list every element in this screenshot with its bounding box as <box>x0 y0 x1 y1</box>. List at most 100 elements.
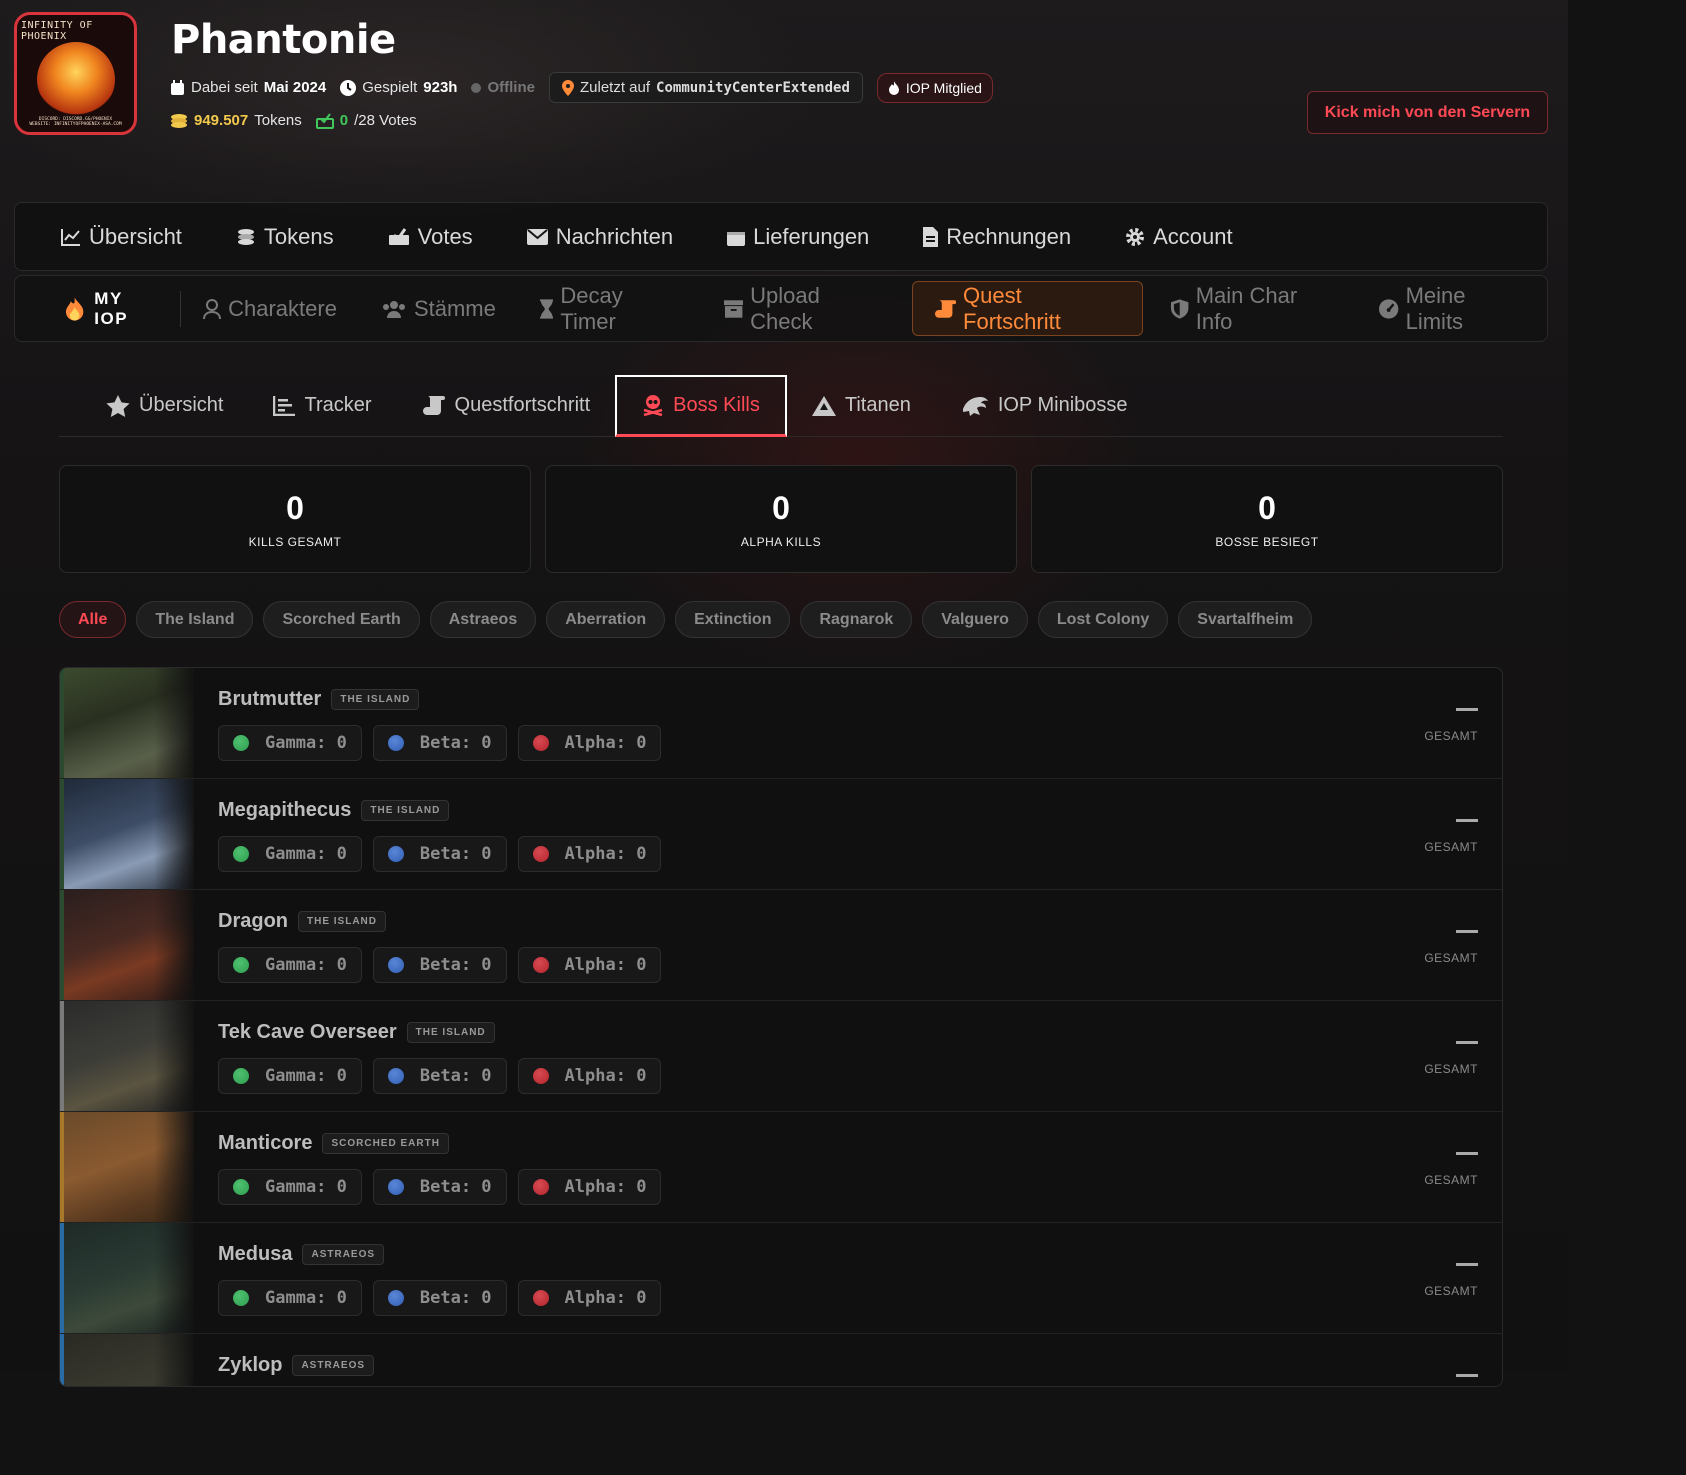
total-label: GESAMT <box>1424 1173 1478 1187</box>
nav-deliveries-label: Lieferungen <box>753 223 870 249</box>
online-status: Offline <box>471 79 535 96</box>
tab-tracker[interactable]: Tracker <box>248 375 396 437</box>
subnav-decay-timer[interactable]: Decay Timer <box>518 281 702 336</box>
filter-astraeos[interactable]: Astraeos <box>429 601 537 638</box>
filter-svartalfheim[interactable]: Svartalfheim <box>1178 601 1313 638</box>
gamma-dot-icon <box>233 1068 249 1084</box>
boss-name: Brutmutter <box>218 688 322 710</box>
tab-titans[interactable]: Titanen <box>787 375 936 437</box>
boss-row[interactable]: Tek Cave Overseer THE ISLAND Gamma: 0 Be… <box>60 1001 1502 1112</box>
stat-alpha-kills-value: 0 <box>772 489 790 526</box>
boss-difficulty-counts: Gamma: 0 Beta: 0 Alpha: 0 <box>218 947 662 983</box>
subnav-my-limits[interactable]: Meine Limits <box>1357 281 1547 336</box>
gift-box-icon <box>727 231 746 246</box>
gamma-kills: Gamma: 0 <box>218 1169 362 1205</box>
boss-heading: Tek Cave Overseer THE ISLAND <box>218 1021 495 1044</box>
my-iop-brand[interactable]: MY IOP <box>65 289 182 328</box>
tab-quest-progress[interactable]: Questfortschritt <box>397 375 616 437</box>
boss-row[interactable]: Megapithecus THE ISLAND Gamma: 0 Beta: 0… <box>60 779 1502 890</box>
logo-website-text: WEBSITE: INFINITYOFPHOENIX-ASA.COM <box>29 122 122 127</box>
filter-scorched-earth[interactable]: Scorched Earth <box>263 601 420 638</box>
kick-from-servers-button[interactable]: Kick mich von den Servern <box>1307 91 1548 134</box>
skull-crossbones-icon <box>643 395 663 416</box>
boss-difficulty-counts: Gamma: 0 Beta: 0 Alpha: 0 <box>218 1058 662 1094</box>
tab-boss-kills[interactable]: Boss Kills <box>615 374 787 437</box>
stat-bosses-defeated-label: BOSSE BESIEGT <box>1215 534 1319 549</box>
beta-kills: Beta: 0 <box>372 725 507 761</box>
subnav-tribes[interactable]: Stämme <box>359 281 518 336</box>
nav-account[interactable]: Account <box>1125 224 1233 250</box>
nav-votes[interactable]: Votes <box>388 224 473 250</box>
votes-total: /28 Votes <box>354 112 417 129</box>
subnav-main-char-info[interactable]: Main Char Info <box>1149 281 1357 336</box>
tab-overview[interactable]: Übersicht <box>81 375 248 437</box>
boss-row[interactable]: Manticore SCORCHED EARTH Gamma: 0 Beta: … <box>60 1112 1502 1223</box>
stat-alpha-kills-label: ALPHA KILLS <box>740 534 822 549</box>
dragon-icon <box>962 396 988 416</box>
boss-row[interactable]: Dragon THE ISLAND Gamma: 0 Beta: 0 Alpha… <box>60 890 1502 1001</box>
boss-row[interactable]: Brutmutter THE ISLAND Gamma: 0 Beta: 0 A… <box>60 668 1502 779</box>
nav-overview[interactable]: Übersicht <box>61 224 182 250</box>
filter-lost-colony[interactable]: Lost Colony <box>1037 601 1169 638</box>
total-label: GESAMT <box>1424 951 1478 965</box>
last-seen-badge: Zuletzt auf CommunityCenterExtended <box>548 72 863 103</box>
tokens-label: Tokens <box>254 112 302 129</box>
subnav-characters[interactable]: Charaktere <box>181 281 359 336</box>
beta-kills-text: Beta: 0 <box>419 1177 492 1197</box>
subnav-upload-check[interactable]: Upload Check <box>702 281 906 336</box>
nav-votes-label: Votes <box>417 223 473 249</box>
total-label: GESAMT <box>1424 729 1478 743</box>
filter-extinction[interactable]: Extinction <box>675 601 791 638</box>
boss-total: GESAMT <box>1424 1152 1478 1187</box>
chart-line-icon <box>61 228 80 246</box>
nav-messages[interactable]: Nachrichten <box>526 224 673 250</box>
gamma-dot-icon <box>233 1179 249 1195</box>
alpha-dot-icon <box>532 846 549 862</box>
filter-aberration[interactable]: Aberration <box>546 601 666 638</box>
nav-tokens[interactable]: Tokens <box>236 224 334 250</box>
boss-map-tag: ASTRAEOS <box>302 1244 385 1265</box>
user-icon <box>203 298 222 319</box>
filter-valguero[interactable]: Valguero <box>922 601 1028 638</box>
boss-portrait <box>60 1112 194 1222</box>
alpha-kills-text: Alpha: 0 <box>564 955 647 975</box>
envelope-icon <box>526 228 548 245</box>
subnav-quest-progress[interactable]: Quest Fortschritt <box>911 281 1144 336</box>
filter-ragnarok[interactable]: Ragnarok <box>800 601 913 638</box>
boss-name: Megapithecus <box>218 799 352 821</box>
invoice-icon <box>923 226 939 247</box>
total-empty-dash <box>1456 1152 1478 1155</box>
boss-map-tag: ASTRAEOS <box>292 1355 375 1376</box>
boss-name: Tek Cave Overseer <box>218 1021 397 1043</box>
gamma-kills: Gamma: 0 <box>218 947 362 983</box>
filter-the-island[interactable]: The Island <box>136 601 254 638</box>
subnav-characters-label: Charaktere <box>228 295 337 321</box>
tokens-count: 949.507 Tokens <box>170 112 302 129</box>
alpha-kills: Alpha: 0 <box>517 1058 662 1094</box>
stat-total-kills-label: KILLS GESAMT <box>248 534 342 549</box>
filter-all[interactable]: Alle <box>59 601 127 638</box>
gamma-dot-icon <box>233 1290 249 1306</box>
played-value: 923h <box>423 79 458 96</box>
boss-total: GESAMT <box>1424 819 1478 854</box>
nav-invoices[interactable]: Rechnungen <box>923 224 1071 250</box>
server-logo: INFINITY OF PHOENIX DISCORD: DISCORD.GG/… <box>14 12 137 135</box>
boss-total: GESAMT <box>1424 1374 1478 1386</box>
player-meta: Dabei seit Mai 2024 Gespielt 923h Offlin… <box>170 72 993 103</box>
total-empty-dash <box>1456 930 1478 933</box>
boss-name: Zyklop <box>218 1354 283 1376</box>
boss-row[interactable]: Medusa ASTRAEOS Gamma: 0 Beta: 0 Alpha: … <box>60 1223 1502 1334</box>
gamma-dot-icon <box>233 735 249 751</box>
gamma-kills-text: Gamma: 0 <box>265 733 347 753</box>
stat-total-kills: 0 KILLS GESAMT <box>59 465 531 573</box>
total-empty-dash <box>1456 819 1478 822</box>
beta-kills: Beta: 0 <box>372 1280 507 1316</box>
nav-deliveries[interactable]: Lieferungen <box>727 224 869 250</box>
beta-kills-text: Beta: 0 <box>419 733 492 753</box>
tab-iop-minibosses[interactable]: IOP Minibosse <box>936 375 1153 437</box>
coins-icon <box>171 113 187 128</box>
scroll-icon <box>422 395 445 415</box>
subnav-decay-timer-label: Decay Timer <box>560 282 623 334</box>
member-badge-label: IOP Mitglied <box>905 79 982 96</box>
boss-row[interactable]: Zyklop ASTRAEOS Gamma: 0 Beta: 0 Alpha: … <box>60 1334 1502 1386</box>
